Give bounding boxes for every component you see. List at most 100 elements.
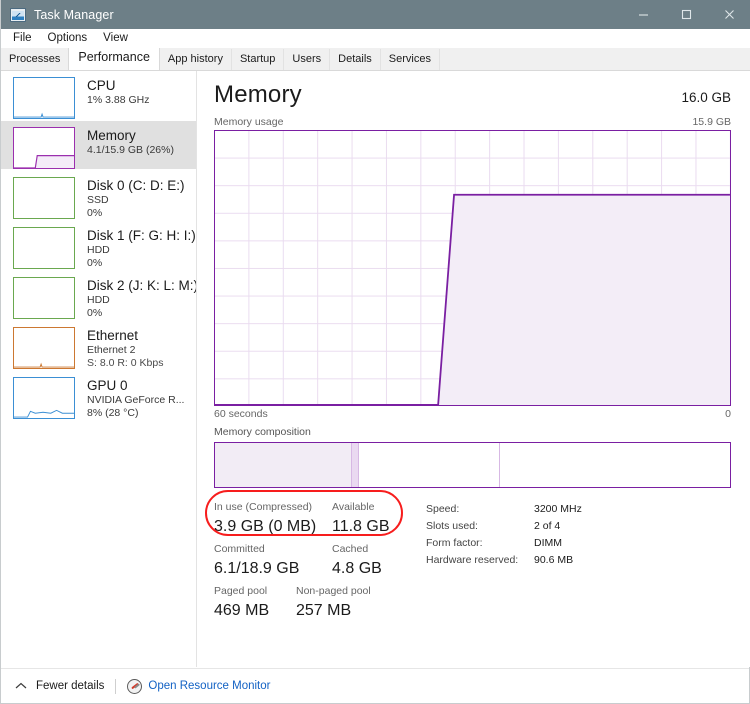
statusbar: Fewer details Open Resource Monitor — [1, 668, 749, 703]
composition-segment-modified — [351, 443, 359, 487]
tab-processes[interactable]: Processes — [1, 49, 69, 70]
chevron-up-icon — [15, 682, 27, 690]
sidebar-sub-disk2-usage: 0% — [87, 307, 196, 320]
sidebar-sub-gpu0-model: NVIDIA GeForce R... — [87, 394, 184, 407]
sidebar-item-ethernet[interactable]: Ethernet Ethernet 2 S: 8.0 R: 0 Kbps — [1, 321, 196, 369]
spec-key-speed: Speed: — [426, 501, 534, 518]
memory-composition-bar[interactable] — [214, 442, 731, 488]
window-controls — [622, 0, 750, 29]
tab-startup[interactable]: Startup — [232, 49, 284, 70]
menu-file[interactable]: File — [5, 29, 40, 48]
sidebar-item-disk1[interactable]: Disk 1 (F: G: H: I:) HDD 0% — [1, 221, 196, 269]
tab-details[interactable]: Details — [330, 49, 381, 70]
sidebar-label-cpu: CPU — [87, 78, 149, 94]
memory-usage-graph[interactable] — [214, 130, 731, 406]
sidebar-sub-gpu0-usage: 8% (28 °C) — [87, 407, 184, 420]
spec-value-slots-used: 2 of 4 — [534, 518, 560, 535]
sidebar-sub-memory: 4.1/15.9 GB (26%) — [87, 144, 174, 157]
titlebar: Task Manager — [1, 0, 750, 29]
spec-row-speed: Speed: 3200 MHz — [426, 501, 582, 518]
stats-row-committed: Committed 6.1/18.9 GB Cached 4.8 GB — [214, 542, 414, 584]
stats-row-inuse: In use (Compressed) 3.9 GB (0 MB) Availa… — [214, 500, 414, 542]
tab-performance[interactable]: Performance — [68, 48, 160, 70]
task-manager-window: Task Manager File Options View Processes… — [0, 0, 750, 704]
close-button[interactable] — [708, 0, 750, 29]
sidebar-label-disk2: Disk 2 (J: K: L: M:) — [87, 278, 196, 294]
memory-usage-max: 15.9 GB — [692, 116, 731, 128]
spec-value-hardware-reserved: 90.6 MB — [534, 552, 573, 569]
spec-key-slots-used: Slots used: — [426, 518, 534, 535]
stat-value-cached: 4.8 GB — [332, 557, 382, 580]
composition-segment-in-use — [215, 443, 351, 487]
tab-app-history[interactable]: App history — [160, 49, 232, 70]
stat-caption-paged-pool: Paged pool — [214, 584, 296, 599]
page-title: Memory — [214, 81, 302, 109]
spec-row-form-factor: Form factor: DIMM — [426, 535, 582, 552]
sidebar-label-ethernet: Ethernet — [87, 328, 163, 344]
disk2-thumbnail-icon — [13, 277, 75, 319]
menu-view[interactable]: View — [95, 29, 136, 48]
statusbar-divider — [115, 679, 116, 694]
usage-caption-row: Memory usage 15.9 GB — [198, 109, 750, 130]
ethernet-thumbnail-icon — [13, 327, 75, 369]
memory-detail-panel: Memory 16.0 GB Memory usage 15.9 GB 60 s… — [198, 71, 750, 667]
sidebar-sub-ethernet-rate: S: 8.0 R: 0 Kbps — [87, 357, 163, 370]
stat-value-non-paged-pool: 257 MB — [296, 599, 371, 622]
menu-options[interactable]: Options — [40, 29, 96, 48]
sidebar-sub-disk0-type: SSD — [87, 194, 185, 207]
spec-value-speed: 3200 MHz — [534, 501, 582, 518]
tab-services[interactable]: Services — [381, 49, 440, 70]
sidebar-item-gpu0[interactable]: GPU 0 NVIDIA GeForce R... 8% (28 °C) — [1, 371, 196, 419]
disk0-thumbnail-icon — [13, 177, 75, 219]
stat-caption-cached: Cached — [332, 542, 382, 557]
memory-total: 16.0 GB — [681, 90, 731, 105]
task-manager-icon — [10, 8, 26, 22]
memory-composition-label: Memory composition — [198, 420, 750, 442]
stats-row-pools: Paged pool 469 MB Non-paged pool 257 MB — [214, 584, 414, 626]
sidebar-item-cpu[interactable]: CPU 1% 3.88 GHz — [1, 71, 196, 119]
stat-value-in-use: 3.9 GB (0 MB) — [214, 515, 332, 538]
sidebar-sub-disk1-usage: 0% — [87, 257, 196, 270]
axis-label-right: 0 — [725, 408, 731, 420]
graph-axis-row: 60 seconds 0 — [198, 406, 750, 420]
sidebar-label-disk0: Disk 0 (C: D: E:) — [87, 178, 185, 194]
spec-row-slots-used: Slots used: 2 of 4 — [426, 518, 582, 535]
performance-sidebar[interactable]: CPU 1% 3.88 GHz Memory 4.1/15.9 GB (26%)… — [1, 71, 197, 667]
stat-caption-in-use: In use (Compressed) — [214, 500, 332, 515]
window-title: Task Manager — [34, 8, 114, 22]
cpu-thumbnail-icon — [13, 77, 75, 119]
stat-value-paged-pool: 469 MB — [214, 599, 296, 622]
sidebar-item-disk0[interactable]: Disk 0 (C: D: E:) SSD 0% — [1, 171, 196, 219]
tab-users[interactable]: Users — [284, 49, 330, 70]
menubar: File Options View — [1, 29, 750, 48]
resource-monitor-icon — [127, 679, 142, 694]
spec-value-form-factor: DIMM — [534, 535, 562, 552]
sidebar-sub-ethernet-name: Ethernet 2 — [87, 344, 163, 357]
stats-left-column: In use (Compressed) 3.9 GB (0 MB) Availa… — [214, 500, 414, 626]
disk1-thumbnail-icon — [13, 227, 75, 269]
spec-key-form-factor: Form factor: — [426, 535, 534, 552]
fewer-details-label: Fewer details — [36, 680, 104, 692]
stat-caption-non-paged-pool: Non-paged pool — [296, 584, 371, 599]
sidebar-sub-disk2-type: HDD — [87, 294, 196, 307]
memory-thumbnail-icon — [13, 127, 75, 169]
axis-label-left: 60 seconds — [214, 408, 268, 420]
open-resource-monitor-link[interactable]: Open Resource Monitor — [148, 680, 270, 692]
composition-segment-standby — [359, 443, 499, 487]
maximize-button[interactable] — [665, 0, 708, 29]
sidebar-label-gpu0: GPU 0 — [87, 378, 184, 394]
sidebar-label-memory: Memory — [87, 128, 174, 144]
stat-value-available: 11.8 GB — [332, 515, 390, 538]
sidebar-item-disk2[interactable]: Disk 2 (J: K: L: M:) HDD 0% — [1, 271, 196, 319]
fewer-details-button[interactable]: Fewer details — [15, 680, 104, 692]
composition-wrap — [198, 442, 750, 488]
usage-graph-wrap — [198, 130, 750, 406]
stat-caption-available: Available — [332, 500, 390, 515]
minimize-button[interactable] — [622, 0, 665, 29]
stat-value-committed: 6.1/18.9 GB — [214, 557, 332, 580]
sidebar-item-memory[interactable]: Memory 4.1/15.9 GB (26%) — [1, 121, 196, 169]
memory-usage-label: Memory usage — [214, 116, 283, 128]
sidebar-label-disk1: Disk 1 (F: G: H: I:) — [87, 228, 196, 244]
stats-right-column: Speed: 3200 MHz Slots used: 2 of 4 Form … — [426, 500, 582, 626]
stat-caption-committed: Committed — [214, 542, 332, 557]
